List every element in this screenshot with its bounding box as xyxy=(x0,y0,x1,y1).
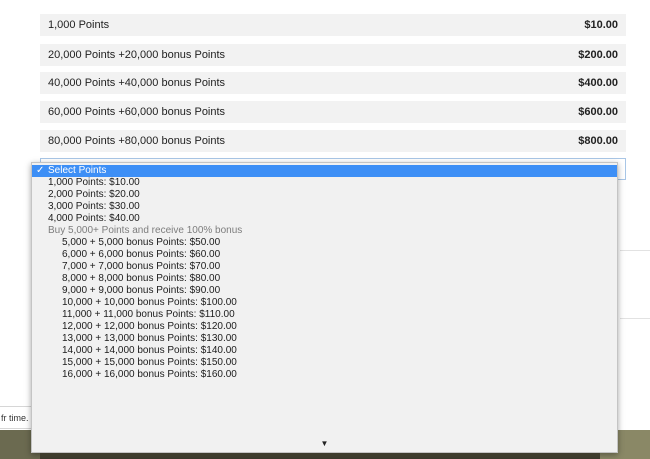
option-16000-bonus[interactable]: 16,000 + 16,000 bonus Points: $160.00 xyxy=(32,369,617,381)
option-13000-bonus[interactable]: 13,000 + 13,000 bonus Points: $130.00 xyxy=(32,333,617,345)
price-row-amount: $800.00 xyxy=(578,135,618,147)
option-label: Select Points xyxy=(48,165,107,176)
option-9000-bonus[interactable]: 9,000 + 9,000 bonus Points: $90.00 xyxy=(32,285,617,297)
price-row-amount: $600.00 xyxy=(578,106,618,118)
price-row-80000[interactable]: 80,000 Points +80,000 bonus Points $800.… xyxy=(40,130,626,152)
option-12000-bonus[interactable]: 12,000 + 12,000 bonus Points: $120.00 xyxy=(32,321,617,333)
price-row-20000[interactable]: 20,000 Points +20,000 bonus Points $200.… xyxy=(40,44,626,66)
price-row-label: 40,000 Points +40,000 bonus Points xyxy=(48,77,226,89)
price-row-label: 20,000 Points +20,000 bonus Points xyxy=(48,49,226,61)
points-dropdown-menu[interactable]: ✓ Select Points 1,000 Points: $10.00 2,00… xyxy=(31,162,618,453)
price-row-label: 1,000 Points xyxy=(48,19,110,31)
option-14000-bonus[interactable]: 14,000 + 14,000 bonus Points: $140.00 xyxy=(32,345,617,357)
option-11000-bonus[interactable]: 11,000 + 11,000 bonus Points: $110.00 xyxy=(32,309,617,321)
price-row-label: 60,000 Points +60,000 bonus Points xyxy=(48,106,226,118)
divider xyxy=(620,250,650,251)
option-1000-points[interactable]: 1,000 Points: $10.00 xyxy=(32,177,617,189)
price-row-label: 80,000 Points +80,000 bonus Points xyxy=(48,135,226,147)
option-6000-bonus[interactable]: 6,000 + 6,000 bonus Points: $60.00 xyxy=(32,249,617,261)
option-group-label: Buy 5,000+ Points and receive 100% bonus xyxy=(48,225,243,236)
option-15000-bonus[interactable]: 15,000 + 15,000 bonus Points: $150.00 xyxy=(32,357,617,369)
price-row-40000[interactable]: 40,000 Points +40,000 bonus Points $400.… xyxy=(40,72,626,94)
price-row-amount: $10.00 xyxy=(584,19,618,31)
option-5000-bonus[interactable]: 5,000 + 5,000 bonus Points: $50.00 xyxy=(32,237,617,249)
background-text-snippet: fr time. xyxy=(0,406,33,429)
divider xyxy=(620,318,650,319)
option-3000-points[interactable]: 3,000 Points: $30.00 xyxy=(32,201,617,213)
option-7000-bonus[interactable]: 7,000 + 7,000 bonus Points: $70.00 xyxy=(32,261,617,273)
option-4000-points[interactable]: 4,000 Points: $40.00 xyxy=(32,213,617,225)
price-row-60000[interactable]: 60,000 Points +60,000 bonus Points $600.… xyxy=(40,101,626,123)
checkmark-icon: ✓ xyxy=(36,165,45,176)
option-10000-bonus[interactable]: 10,000 + 10,000 bonus Points: $100.00 xyxy=(32,297,617,309)
price-row-amount: $200.00 xyxy=(578,49,618,61)
price-row-1000[interactable]: 1,000 Points $10.00 xyxy=(40,14,626,36)
price-row-amount: $400.00 xyxy=(578,77,618,89)
scroll-down-arrow-icon[interactable]: ▼ xyxy=(32,439,617,449)
option-8000-bonus[interactable]: 8,000 + 8,000 bonus Points: $80.00 xyxy=(32,273,617,285)
option-2000-points[interactable]: 2,000 Points: $20.00 xyxy=(32,189,617,201)
option-select-points[interactable]: ✓ Select Points xyxy=(32,165,617,177)
